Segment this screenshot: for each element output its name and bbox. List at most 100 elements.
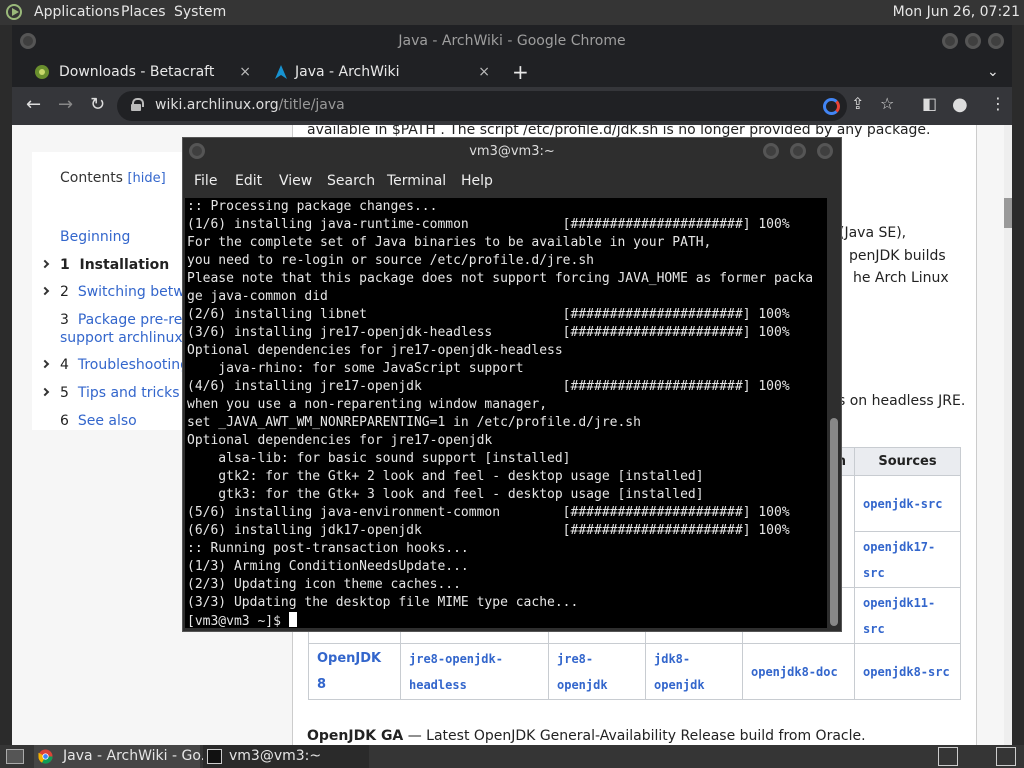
toc-item-see-also[interactable]: 6 See also bbox=[60, 412, 137, 430]
lock-icon[interactable] bbox=[131, 98, 144, 111]
text-fragment: s on headless JRE. bbox=[838, 393, 966, 409]
chevron-right-icon[interactable] bbox=[40, 359, 50, 369]
address-bar[interactable]: wiki.archlinux.org/title/java bbox=[117, 91, 847, 121]
terminal-prompt-line[interactable]: [vm3@vm3 ~]$ bbox=[187, 612, 827, 628]
terminal-minimize-button[interactable] bbox=[763, 143, 779, 159]
toc-item-package-prereq[interactable]: 3 Package pre-requ bbox=[60, 311, 200, 329]
terminal-menubar: File Edit View Search Terminal Help bbox=[183, 166, 841, 196]
toc-item-installation[interactable]: 1 Installation bbox=[60, 256, 169, 274]
desktop: Applications Places System Mon Jun 26, 0… bbox=[0, 0, 1024, 768]
window-title: Java - ArchWiki - Google Chrome bbox=[398, 33, 626, 49]
mate-logo-icon[interactable] bbox=[6, 4, 22, 20]
menu-places[interactable]: Places bbox=[121, 4, 166, 20]
source-link[interactable]: openjdk11-src bbox=[854, 587, 961, 644]
profile-avatar-icon[interactable]: ● bbox=[952, 94, 968, 115]
tab-downloads-betacraft[interactable]: Downloads - Betacraft × bbox=[26, 57, 261, 87]
terminal-line: (3/3) Updating the desktop file MIME typ… bbox=[187, 595, 579, 610]
taskbar-item-terminal[interactable]: vm3@vm3:~ bbox=[203, 745, 369, 768]
package-link[interactable]: jre8-openjdk bbox=[548, 643, 646, 700]
terminal-close-button[interactable] bbox=[817, 143, 833, 159]
terminal-line: (6/6) installing jdk17-openjdk [########… bbox=[187, 523, 790, 538]
toc-item-beginning[interactable]: Beginning bbox=[60, 228, 130, 246]
terminal-line: ge java-common did bbox=[187, 289, 328, 304]
terminal-window-menu-button[interactable] bbox=[189, 143, 205, 159]
workspace-switcher-icon[interactable] bbox=[996, 747, 1016, 766]
toc-item-switching[interactable]: 2 Switching betwee bbox=[60, 283, 202, 301]
new-tab-button[interactable]: + bbox=[512, 57, 529, 87]
terminal-line: gtk3: for the Gtk+ 3 look and feel - des… bbox=[187, 487, 704, 502]
page-scrollbar[interactable] bbox=[1004, 125, 1012, 745]
forward-arrow-icon[interactable]: → bbox=[58, 94, 73, 115]
terminal-line: Please note that this package does not s… bbox=[187, 271, 814, 286]
reload-icon[interactable]: ↻ bbox=[90, 94, 105, 115]
terminal-line: alsa-lib: for basic sound support [insta… bbox=[187, 451, 571, 466]
chevron-right-icon[interactable] bbox=[40, 387, 50, 397]
bookmark-star-icon[interactable]: ☆ bbox=[880, 94, 894, 113]
terminal-menu-file[interactable]: File bbox=[194, 173, 217, 189]
scrollbar-thumb[interactable] bbox=[1004, 198, 1012, 228]
minimize-button[interactable] bbox=[942, 33, 958, 49]
chevron-right-icon[interactable] bbox=[40, 286, 50, 296]
terminal-scrollbar-thumb[interactable] bbox=[830, 418, 838, 626]
terminal-window: vm3@vm3:~ File Edit View Search Terminal… bbox=[182, 137, 842, 632]
chrome-menu-icon[interactable]: ⋮ bbox=[990, 94, 1006, 113]
terminal-line: Optional dependencies for jre17-openjdk-… bbox=[187, 343, 563, 358]
workspace-switcher-icon[interactable] bbox=[938, 747, 958, 766]
terminal-menu-edit[interactable]: Edit bbox=[235, 173, 262, 189]
terminal-line: For the complete set of Java binaries to… bbox=[187, 235, 712, 250]
terminal-line: you need to re-login or source /etc/prof… bbox=[187, 253, 594, 268]
tab-strip: Downloads - Betacraft × Java - ArchWiki … bbox=[12, 57, 1012, 87]
toc-hide-link[interactable]: [hide] bbox=[127, 171, 165, 186]
terminal-line: (2/6) installing libnet [###############… bbox=[187, 307, 790, 322]
table-row: OpenJDK 8 jre8-openjdk-headless jre8-ope… bbox=[308, 643, 961, 700]
close-button[interactable] bbox=[988, 33, 1004, 49]
clock[interactable]: Mon Jun 26, 07:21 bbox=[893, 4, 1020, 20]
terminal-line: set _JAVA_AWT_WM_NONREPARENTING=1 in /et… bbox=[187, 415, 641, 430]
terminal-menu-help[interactable]: Help bbox=[461, 173, 493, 189]
terminal-icon bbox=[207, 749, 222, 764]
chrome-icon bbox=[38, 749, 53, 764]
chevron-right-icon[interactable] bbox=[40, 259, 50, 269]
terminal-scrollbar[interactable] bbox=[829, 198, 839, 628]
show-desktop-icon[interactable] bbox=[6, 749, 24, 764]
terminal-maximize-button[interactable] bbox=[790, 143, 806, 159]
bottom-taskbar: Java - ArchWiki - Go... vm3@vm3:~ bbox=[0, 745, 1024, 768]
back-arrow-icon[interactable]: ← bbox=[26, 94, 41, 115]
text-fragment: penJDK builds bbox=[849, 248, 946, 264]
text-cursor bbox=[288, 612, 297, 627]
share-icon[interactable]: ⇪ bbox=[851, 94, 864, 113]
terminal-line: (2/3) Updating icon theme caches... bbox=[187, 577, 461, 592]
version-link[interactable]: OpenJDK 8 bbox=[308, 643, 401, 700]
url-text: wiki.archlinux.org/title/java bbox=[155, 97, 345, 113]
maximize-button[interactable] bbox=[965, 33, 981, 49]
source-link[interactable]: openjdk-src bbox=[854, 475, 961, 532]
terminal-menu-view[interactable]: View bbox=[279, 173, 312, 189]
betacraft-icon bbox=[35, 65, 49, 79]
terminal-menu-search[interactable]: Search bbox=[327, 173, 375, 189]
toc-item-troubleshooting[interactable]: 4 Troubleshooting bbox=[60, 356, 189, 374]
package-link[interactable]: jdk8-openjdk bbox=[645, 643, 743, 700]
text-fragment: (Java SE), bbox=[839, 225, 907, 241]
toc-item-tips[interactable]: 5 Tips and tricks bbox=[60, 384, 180, 402]
menu-system[interactable]: System bbox=[174, 4, 226, 20]
bottom-paragraph: OpenJDK GA — Latest OpenJDK General-Avai… bbox=[307, 728, 866, 744]
terminal-output[interactable]: :: Processing package changes... (1/6) in… bbox=[185, 198, 827, 628]
toc-item-package-prereq-cont[interactable]: support archlinux-ja bbox=[60, 329, 200, 347]
source-link[interactable]: openjdk17-src bbox=[854, 531, 961, 588]
package-link[interactable]: openjdk8-doc bbox=[742, 643, 855, 700]
tab-close-icon[interactable]: × bbox=[478, 57, 490, 87]
taskbar-item-chrome[interactable]: Java - ArchWiki - Go... bbox=[34, 745, 214, 768]
package-link[interactable]: jre8-openjdk-headless bbox=[400, 643, 549, 700]
window-menu-button[interactable] bbox=[20, 33, 36, 49]
toolbar: ← → ↻ wiki.archlinux.org/title/java ⇪ ☆ … bbox=[12, 87, 1012, 125]
terminal-menu-terminal[interactable]: Terminal bbox=[387, 173, 446, 189]
google-lens-icon[interactable] bbox=[823, 98, 840, 115]
terminal-line: (4/6) installing jre17-openjdk [########… bbox=[187, 379, 790, 394]
source-link[interactable]: openjdk8-src bbox=[854, 643, 961, 700]
side-panel-icon[interactable]: ◧ bbox=[922, 94, 937, 113]
menu-applications[interactable]: Applications bbox=[34, 4, 120, 20]
tab-java-archwiki[interactable]: Java - ArchWiki × bbox=[265, 57, 500, 87]
tab-search-chevron-icon[interactable]: ⌄ bbox=[987, 57, 999, 87]
tab-close-icon[interactable]: × bbox=[239, 57, 251, 87]
terminal-line: when you use a non-reparenting window ma… bbox=[187, 397, 548, 412]
